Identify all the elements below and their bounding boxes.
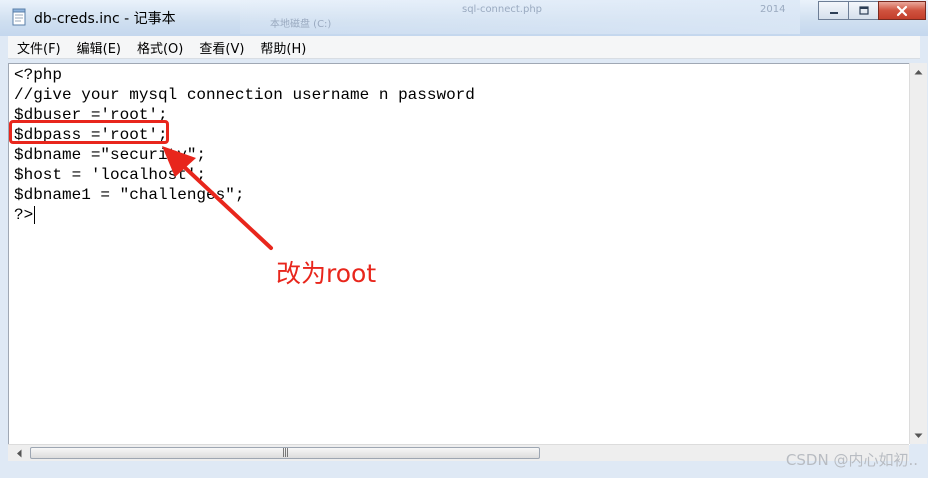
arrow-up-icon xyxy=(914,69,923,74)
minimize-icon xyxy=(829,11,838,14)
close-button[interactable] xyxy=(878,1,926,20)
scroll-down-button[interactable] xyxy=(910,427,927,444)
text-caret xyxy=(34,206,35,224)
horizontal-scroll-thumb[interactable]: ||| xyxy=(30,447,540,459)
watermark: CSDN @内心如初.. xyxy=(785,451,918,469)
menu-bar: 文件(F) 编辑(E) 格式(O) 查看(V) 帮助(H) xyxy=(8,36,920,59)
code-line: <?php xyxy=(14,66,63,84)
maximize-icon xyxy=(858,5,869,15)
annotation-label: 改为root xyxy=(276,259,377,288)
ghost-date: 2014 xyxy=(760,4,786,15)
code-line: $dbname1 = "challenges"; xyxy=(14,186,245,204)
notepad-icon xyxy=(12,8,26,26)
menu-help[interactable]: 帮助(H) xyxy=(251,38,313,57)
code-line: $dbname ="security"; xyxy=(14,146,207,164)
arrow-left-icon xyxy=(16,449,21,458)
arrow-down-icon xyxy=(914,433,923,438)
menu-file[interactable]: 文件(F) xyxy=(8,38,68,57)
minimize-button[interactable] xyxy=(818,1,849,20)
vertical-scrollbar[interactable] xyxy=(909,63,927,444)
ghost-drive-name: 本地磁盘 (C:) xyxy=(270,19,332,30)
code-line: ?> xyxy=(14,206,34,224)
grip-icon: ||| xyxy=(281,448,289,458)
horizontal-scrollbar[interactable]: ||| xyxy=(8,444,909,462)
window-title: db-creds.inc - 记事本 xyxy=(34,11,176,27)
annotation-highlight-box xyxy=(9,120,169,144)
close-icon xyxy=(896,5,908,16)
code-line: $host = 'localhost'; xyxy=(14,166,207,184)
notepad-window: sql-connect.php 本地磁盘 (C:) 2014 db-creds.… xyxy=(0,0,928,478)
menu-format[interactable]: 格式(O) xyxy=(128,38,190,57)
menu-view[interactable]: 查看(V) xyxy=(190,38,251,57)
scroll-left-button[interactable] xyxy=(10,445,27,462)
scroll-up-button[interactable] xyxy=(910,63,927,80)
maximize-button[interactable] xyxy=(848,1,879,20)
window-controls xyxy=(818,1,926,22)
menu-edit[interactable]: 编辑(E) xyxy=(68,38,128,57)
ghost-file-name: sql-connect.php xyxy=(462,4,543,15)
code-line: //give your mysql connection username n … xyxy=(14,86,475,104)
title-bar[interactable]: sql-connect.php 本地磁盘 (C:) 2014 db-creds.… xyxy=(0,0,928,36)
